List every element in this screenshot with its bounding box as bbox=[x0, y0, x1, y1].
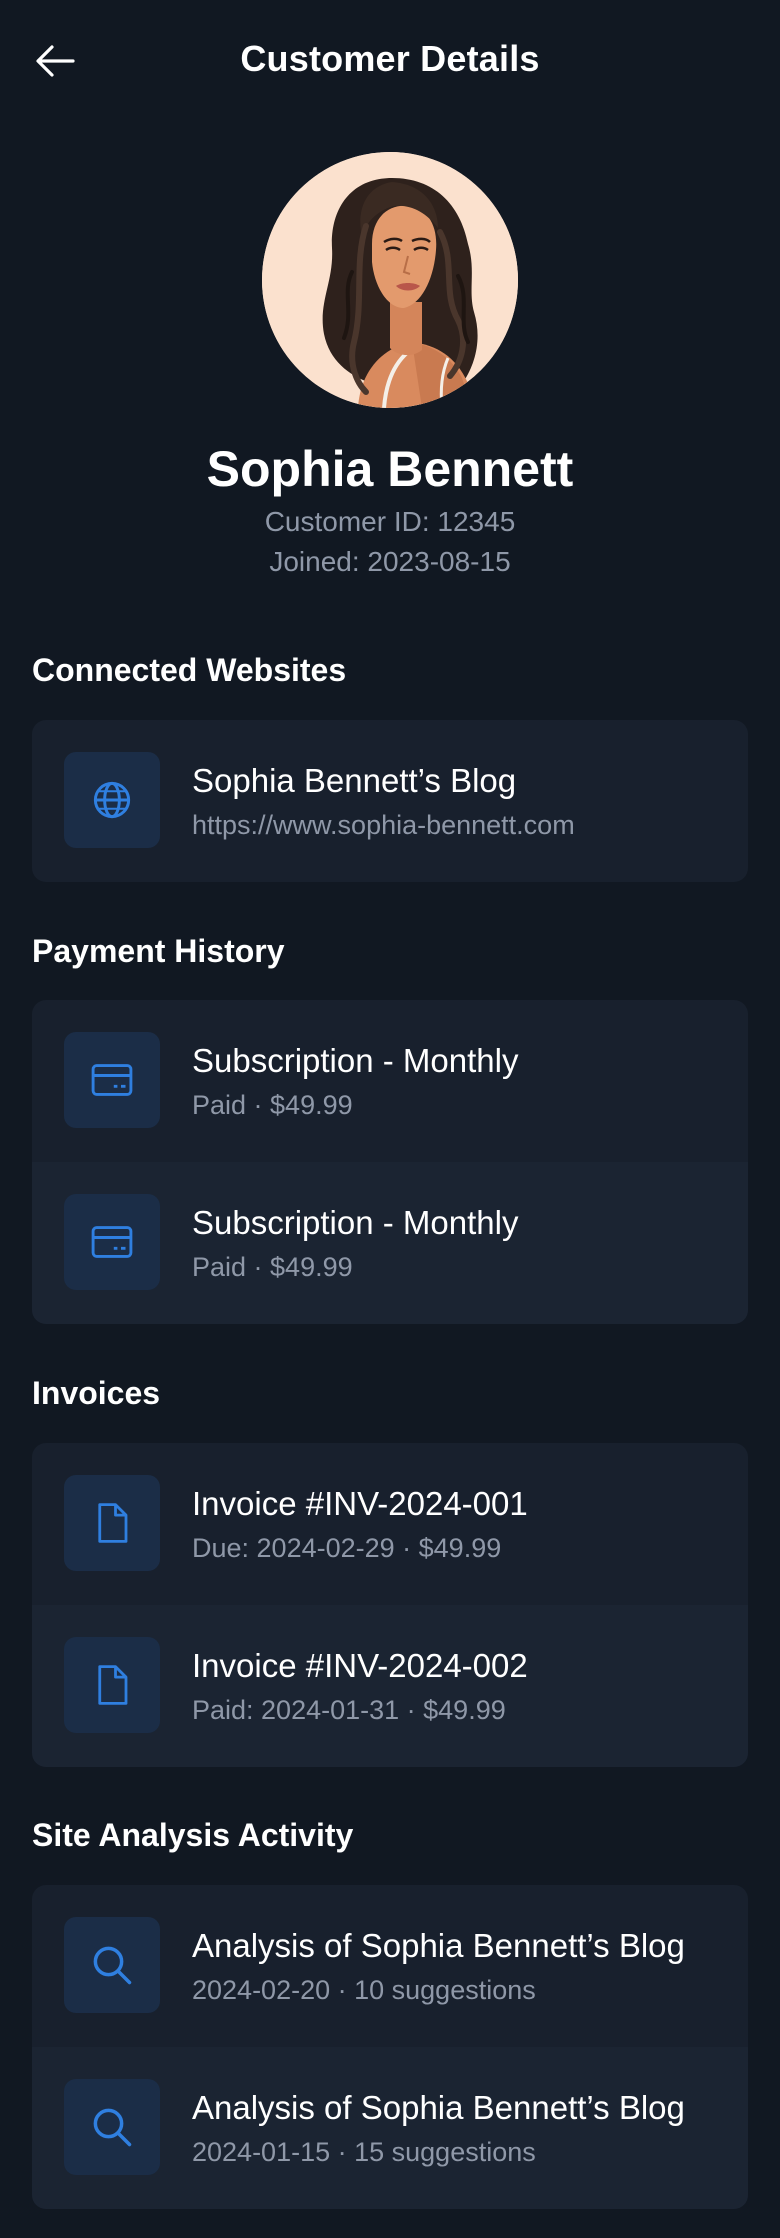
payment-icon-box bbox=[64, 1194, 160, 1290]
invoice-title: Invoice #INV-2024-002 bbox=[192, 1647, 528, 1684]
invoice-icon-box bbox=[64, 1637, 160, 1733]
invoice-status: Paid: 2024-01-31 · $49.99 bbox=[192, 1695, 506, 1725]
section-title-invoices: Invoices bbox=[32, 1375, 161, 1411]
connected-websites-card: Sophia Bennett’s Blog https://www.sophia… bbox=[32, 720, 748, 882]
payment-status: Paid · $49.99 bbox=[192, 1090, 353, 1120]
invoice-item[interactable]: Invoice #INV-2024-002 Paid: 2024-01-31 ·… bbox=[32, 1605, 748, 1767]
section-title-payment-history: Payment History bbox=[32, 933, 285, 969]
payment-icon-box bbox=[64, 1032, 160, 1128]
analysis-icon-box bbox=[64, 2079, 160, 2175]
payment-title: Subscription - Monthly bbox=[192, 1042, 519, 1079]
avatar bbox=[262, 152, 518, 408]
credit-card-icon bbox=[91, 1064, 133, 1096]
invoice-status: Due: 2024-02-29 · $49.99 bbox=[192, 1533, 502, 1563]
website-item[interactable]: Sophia Bennett’s Blog https://www.sophia… bbox=[32, 720, 748, 882]
search-icon bbox=[93, 1946, 132, 1985]
analysis-title: Analysis of Sophia Bennett’s Blog bbox=[192, 2089, 685, 2126]
invoice-item[interactable]: Invoice #INV-2024-001 Due: 2024-02-29 · … bbox=[32, 1443, 748, 1605]
payment-item[interactable]: Subscription - Monthly Paid · $49.99 bbox=[32, 1000, 748, 1162]
website-icon-box bbox=[64, 752, 160, 848]
site-analysis-card: Analysis of Sophia Bennett’s Blog 2024-0… bbox=[32, 1885, 748, 2209]
invoice-icon-box bbox=[64, 1475, 160, 1571]
analysis-details: 2024-02-20 · 10 suggestions bbox=[192, 1975, 536, 2005]
analysis-icon-box bbox=[64, 1917, 160, 2013]
section-title-connected-websites: Connected Websites bbox=[32, 652, 347, 688]
page-title: Customer Details bbox=[240, 38, 540, 79]
document-icon bbox=[98, 1665, 128, 1705]
customer-name: Sophia Bennett bbox=[206, 441, 574, 497]
customer-id: Customer ID: 12345 bbox=[264, 506, 516, 537]
payment-item[interactable]: Subscription - Monthly Paid · $49.99 bbox=[32, 1162, 748, 1324]
search-icon bbox=[93, 2108, 132, 2147]
analysis-title: Analysis of Sophia Bennett’s Blog bbox=[192, 1927, 685, 1964]
analysis-item[interactable]: Analysis of Sophia Bennett’s Blog 2024-0… bbox=[32, 2047, 748, 2209]
globe-icon bbox=[93, 781, 131, 819]
credit-card-icon bbox=[91, 1226, 133, 1258]
top-app-bar: Customer Details bbox=[0, 0, 780, 122]
website-url: https://www.sophia-bennett.com bbox=[192, 810, 575, 840]
joined-date: Joined: 2023-08-15 bbox=[269, 546, 511, 577]
analysis-details: 2024-01-15 · 15 suggestions bbox=[192, 2137, 536, 2167]
analysis-item[interactable]: Analysis of Sophia Bennett’s Blog 2024-0… bbox=[32, 1885, 748, 2047]
payment-title: Subscription - Monthly bbox=[192, 1204, 519, 1241]
payment-history-card: Subscription - Monthly Paid · $49.99 Sub… bbox=[32, 1000, 748, 1324]
payment-status: Paid · $49.99 bbox=[192, 1252, 353, 1282]
invoices-card: Invoice #INV-2024-001 Due: 2024-02-29 · … bbox=[32, 1443, 748, 1767]
customer-details-screen: Customer Details Sophia Bennett Customer… bbox=[0, 0, 780, 2238]
invoice-title: Invoice #INV-2024-001 bbox=[192, 1485, 528, 1522]
document-icon bbox=[98, 1503, 128, 1543]
website-title: Sophia Bennett’s Blog bbox=[192, 762, 517, 799]
section-title-site-analysis: Site Analysis Activity bbox=[32, 1817, 354, 1853]
